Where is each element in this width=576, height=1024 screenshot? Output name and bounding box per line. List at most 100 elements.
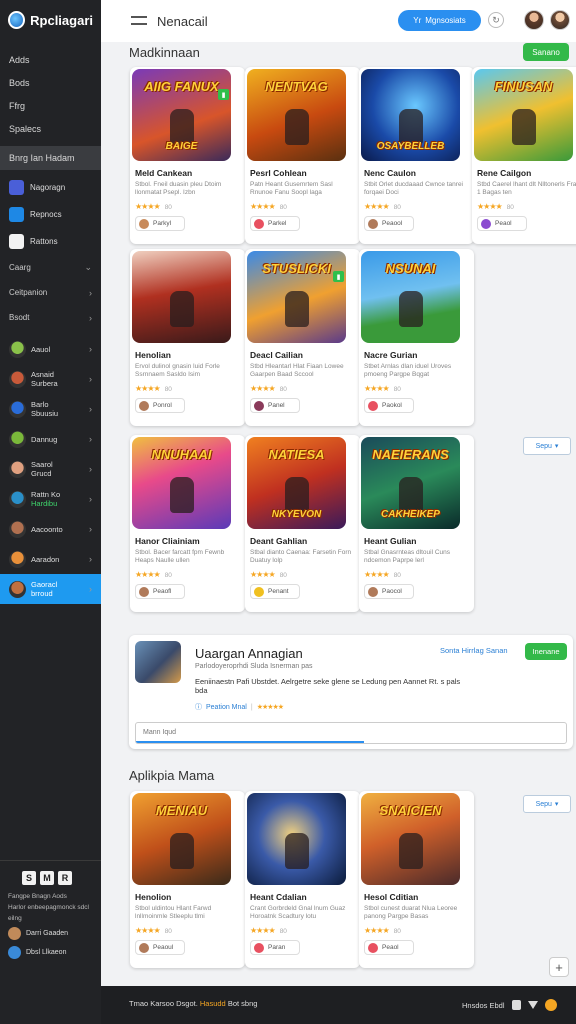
- game-thumbnail[interactable]: [247, 793, 346, 885]
- card-action-button[interactable]: Panel: [250, 398, 300, 413]
- wifi-icon[interactable]: [527, 1001, 538, 1009]
- coin-icon[interactable]: [544, 999, 557, 1011]
- sidebar-nav-item[interactable]: Spalecs: [0, 117, 101, 140]
- game-card[interactable]: NSUNAI Nacre Gurian Stbet Arnlas dlan idue…: [359, 249, 474, 426]
- game-card[interactable]: FINUSAN Rene Cailgon Stbd Caerel lhant dlt…: [472, 67, 576, 244]
- sidebar-square-button[interactable]: R: [58, 871, 72, 885]
- sidebar-nav-item[interactable]: Adds: [0, 48, 101, 71]
- game-card[interactable]: NNUHAAI Hanor Cliainiam Stbol. Bacer farca…: [130, 435, 245, 612]
- banner-thumbnail[interactable]: [135, 641, 181, 683]
- game-card[interactable]: Heant Cdalian Crant Gorbrdeld Gnal lnum G…: [245, 791, 360, 968]
- game-thumbnail[interactable]: FINUSAN: [474, 69, 573, 161]
- menu-icon[interactable]: [131, 16, 147, 25]
- game-card[interactable]: AIIG FANUX BAIGE ▮ Meld Cankean Stbol. Fneil…: [130, 67, 245, 244]
- card-title[interactable]: Henolion: [135, 892, 171, 902]
- game-thumbnail[interactable]: NNUHAAI: [132, 437, 231, 529]
- card-title[interactable]: Rene Cailgon: [477, 168, 531, 178]
- sort-dropdown[interactable]: Sepu ▾: [523, 795, 571, 813]
- card-title[interactable]: Hesol Cditian: [364, 892, 418, 902]
- add-button[interactable]: +: [549, 957, 569, 977]
- game-thumbnail[interactable]: AIIG FANUX BAIGE ▮: [132, 69, 231, 161]
- card-title[interactable]: Deant Gahlian: [250, 536, 307, 546]
- sidebar-friend-item[interactable]: Aaradon ›: [0, 544, 101, 574]
- sidebar-friend-item[interactable]: Rattn Ko Hardibu ›: [0, 484, 101, 514]
- card-title[interactable]: Deacl Cailian: [250, 350, 303, 360]
- sidebar-app-item[interactable]: Nagoragn: [0, 174, 101, 201]
- card-action-button[interactable]: Parkyl: [135, 216, 185, 231]
- header-primary-button[interactable]: Yr Mgnsosiats: [398, 10, 481, 31]
- sidebar-friend-item[interactable]: Saarol Grucd ›: [0, 454, 101, 484]
- game-card[interactable]: OSAYBELLEB Nenc Caulon Stbit Orlet ducdaaa…: [359, 67, 474, 244]
- card-title[interactable]: Henolian: [135, 350, 171, 360]
- card-action-button[interactable]: Peaol: [364, 940, 414, 955]
- user-avatar[interactable]: [550, 10, 570, 30]
- sidebar-user-name: Darri Gaaden: [26, 930, 69, 937]
- card-action-button[interactable]: Peaool: [364, 216, 414, 231]
- card-action-button[interactable]: Peaoul: [135, 940, 185, 955]
- sidebar-highlight-item[interactable]: Bnrg Ian Hadam: [0, 146, 101, 170]
- sidebar-group[interactable]: Bsodt ›: [0, 305, 101, 330]
- card-action-button[interactable]: Peaofl: [135, 584, 185, 599]
- sidebar-user[interactable]: Darri Gaaden: [0, 924, 101, 943]
- game-card[interactable]: NATIESA NKYEVON Deant Gahlian Stbal dianto …: [245, 435, 360, 612]
- card-title[interactable]: Nenc Caulon: [364, 168, 416, 178]
- game-thumbnail[interactable]: NENTVAG: [247, 69, 346, 161]
- banner-link[interactable]: Sonta Hirrlag Sanan: [440, 646, 508, 655]
- game-card[interactable]: STUSLICKI ▮ Deacl Cailian Stbd Hleantarl Hl…: [245, 249, 360, 426]
- game-card[interactable]: NAEIERANS CAKHEIKEP Heant Gulian Stbal Gnas…: [359, 435, 474, 612]
- sidebar-user[interactable]: Dbsl Llkaeon: [0, 943, 101, 962]
- card-title[interactable]: Hanor Cliainiam: [135, 536, 200, 546]
- sidebar-group[interactable]: Caarg ⌄: [0, 255, 101, 280]
- sidebar-friend-item[interactable]: Gaoracl brroud ›: [0, 574, 101, 604]
- game-thumbnail[interactable]: [132, 251, 231, 343]
- section-action-button[interactable]: Sanano: [523, 43, 569, 61]
- game-thumbnail[interactable]: OSAYBELLEB: [361, 69, 460, 161]
- sidebar-square-button[interactable]: M: [40, 871, 54, 885]
- game-thumbnail[interactable]: NSUNAI: [361, 251, 460, 343]
- sort-label: Sepu: [535, 442, 552, 450]
- card-title[interactable]: Meld Cankean: [135, 168, 192, 178]
- sidebar-nav-item[interactable]: Bods: [0, 71, 101, 94]
- card-title[interactable]: Heant Gulian: [364, 536, 416, 546]
- game-thumbnail[interactable]: MENIAU: [132, 793, 231, 885]
- card-title[interactable]: Nacre Gurian: [364, 350, 417, 360]
- game-thumbnail[interactable]: NATIESA NKYEVON: [247, 437, 346, 529]
- sidebar-group[interactable]: Ceitpanion ›: [0, 280, 101, 305]
- game-thumbnail[interactable]: NAEIERANS CAKHEIKEP: [361, 437, 460, 529]
- footer-highlight[interactable]: Hasudd: [200, 999, 226, 1008]
- user-avatar[interactable]: [524, 10, 544, 30]
- game-card[interactable]: SNAICIEN Hesol Cditian Stbol cunest duarat…: [359, 791, 474, 968]
- sidebar-friend-item[interactable]: Asnaid Surbera ›: [0, 364, 101, 394]
- sidebar-friend-item[interactable]: Barlo Sbuusiu ›: [0, 394, 101, 424]
- game-card[interactable]: MENIAU Henolion Stbol uldintou Hlant Farwd…: [130, 791, 245, 968]
- banner-install-button[interactable]: Inenane: [525, 643, 567, 660]
- sidebar-square-button[interactable]: S: [22, 871, 36, 885]
- card-action-button[interactable]: Peaol: [477, 216, 527, 231]
- game-card[interactable]: NENTVAG Pesrl Cohlean Patn Heant Gusemrtem…: [245, 67, 360, 244]
- sidebar-friend-item[interactable]: Dannug ›: [0, 424, 101, 454]
- card-action-button[interactable]: Paokol: [364, 398, 414, 413]
- game-card[interactable]: Henolian Ervol dulinol gnasin luid Forle …: [130, 249, 245, 426]
- sort-dropdown[interactable]: Sepu ▾: [523, 437, 571, 455]
- battery-icon[interactable]: [511, 1000, 521, 1010]
- card-action-button[interactable]: Paocol: [364, 584, 414, 599]
- banner-input[interactable]: Mann Iqud: [135, 722, 567, 744]
- brand[interactable]: Rpcliagari: [0, 0, 101, 40]
- card-action-label: Peaool: [382, 220, 403, 227]
- card-action-button[interactable]: Parkel: [250, 216, 300, 231]
- card-rating: ★★★★ 80: [250, 202, 287, 211]
- card-title[interactable]: Pesrl Cohlean: [250, 168, 307, 178]
- game-thumbnail[interactable]: STUSLICKI ▮: [247, 251, 346, 343]
- refresh-icon[interactable]: ↻: [488, 12, 504, 28]
- sidebar-app-item[interactable]: Repnocs: [0, 201, 101, 228]
- sidebar-nav-item[interactable]: Ffrg: [0, 94, 101, 117]
- card-action-button[interactable]: Paran: [250, 940, 300, 955]
- game-thumbnail[interactable]: SNAICIEN: [361, 793, 460, 885]
- card-action-button[interactable]: Ponrol: [135, 398, 185, 413]
- card-score: 80: [393, 928, 401, 935]
- sidebar-friend-item[interactable]: Aacoonto ›: [0, 514, 101, 544]
- card-action-button[interactable]: Penant: [250, 584, 300, 599]
- sidebar-app-item[interactable]: Rattons: [0, 228, 101, 255]
- sidebar-friend-item[interactable]: Aauol ›: [0, 334, 101, 364]
- card-title[interactable]: Heant Cdalian: [250, 892, 307, 902]
